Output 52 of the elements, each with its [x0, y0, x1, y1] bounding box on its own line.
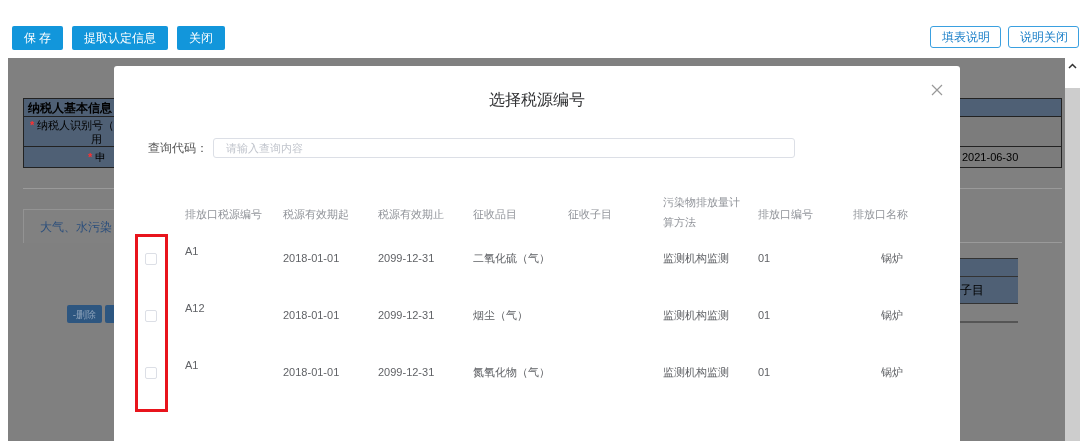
table-cell: 锅炉: [881, 366, 903, 379]
table-cell: 01: [758, 252, 771, 265]
column-header: 排放口名称: [853, 206, 908, 222]
column-header: 排放口编号: [758, 206, 813, 222]
table-cell: 2018-01-01: [283, 252, 340, 265]
table-cell: 2099-12-31: [378, 366, 435, 379]
field-label: 申: [95, 149, 107, 165]
table-cell: 2099-12-31: [378, 252, 435, 265]
button-edge: [105, 305, 114, 323]
close-icon[interactable]: [931, 84, 943, 96]
table-cell: 二氧化硫（气）: [473, 252, 550, 265]
column-header: 征收子目: [568, 206, 612, 222]
delete-button[interactable]: -删除: [67, 305, 102, 323]
checkbox[interactable]: [145, 252, 157, 265]
checkbox[interactable]: [145, 366, 157, 379]
column-header: 排放口税源编号: [185, 206, 262, 222]
table-cell: A1: [185, 359, 199, 372]
toolbar-button[interactable]: 关闭: [177, 26, 226, 50]
toolbar-button[interactable]: 说明关闭: [1008, 26, 1079, 48]
column-header: 税源有效期起: [283, 206, 349, 222]
table-cell: 01: [758, 366, 771, 379]
table-cell: 锅炉: [881, 252, 903, 265]
table-cell: 烟尘（气）: [473, 309, 528, 322]
table-cell: 监测机构监测: [663, 366, 729, 379]
checkbox[interactable]: [145, 309, 157, 322]
table-cell: A1: [185, 245, 199, 258]
column-header: 税源有效期止: [378, 206, 444, 222]
scroll-up-icon[interactable]: [1068, 63, 1077, 69]
table-cell: 2099-12-31: [378, 309, 435, 322]
table-header: 子目: [960, 282, 984, 299]
column-header: 征收品目: [473, 206, 517, 222]
table-cell: 锅炉: [881, 309, 903, 322]
scrollbar-thumb[interactable]: [1065, 88, 1080, 441]
field-label: 用: [91, 133, 102, 145]
table-cell: 2018-01-01: [283, 366, 340, 379]
required-mark: *: [88, 149, 93, 165]
table-cell: 监测机构监测: [663, 309, 729, 322]
field-value: 2021-06-30: [962, 149, 1019, 165]
table-cell: 01: [758, 309, 771, 322]
table-cell: 监测机构监测: [663, 252, 729, 265]
table-cell: A12: [185, 302, 205, 315]
tab-label: 大气、水污染: [40, 218, 112, 236]
toolbar-button[interactable]: 保 存: [12, 26, 64, 50]
query-label: 查询代码：: [148, 140, 209, 157]
required-mark: *: [30, 118, 35, 132]
table-cell: 2018-01-01: [283, 309, 340, 322]
field-label: 纳税人识别号（: [37, 118, 115, 132]
table-cell: 氮氧化物（气）: [473, 366, 550, 379]
toolbar-button[interactable]: 填表说明: [930, 26, 1001, 48]
column-header: 污染物排放量计算方法: [663, 195, 741, 230]
toolbar-button[interactable]: 提取认定信息: [72, 26, 169, 50]
dialog-title: 选择税源编号: [489, 90, 585, 110]
